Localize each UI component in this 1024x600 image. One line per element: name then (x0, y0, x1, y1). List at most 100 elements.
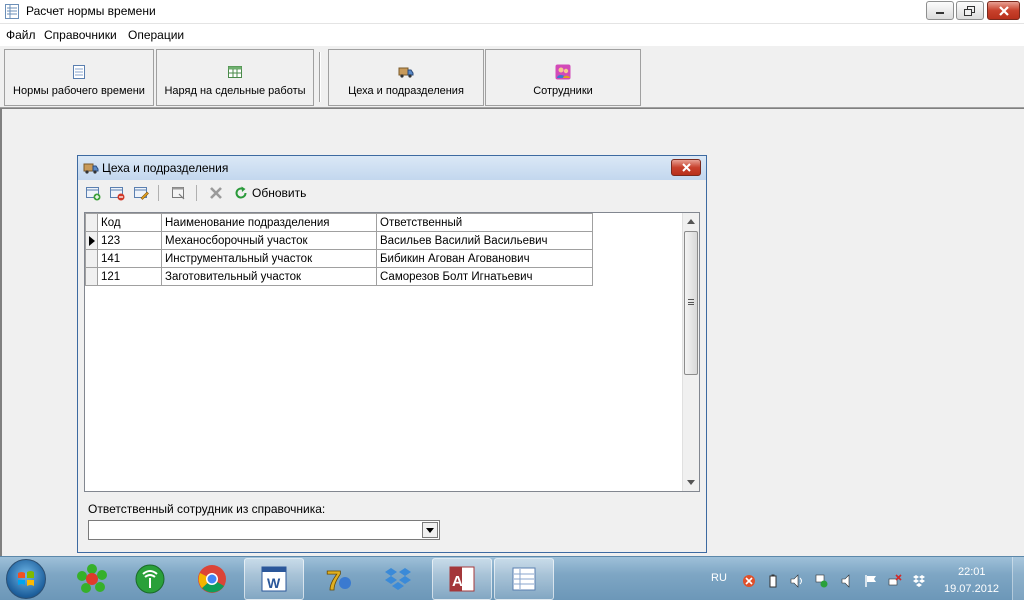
cell-name[interactable]: Механосборочный участок (161, 231, 377, 250)
spreadsheet-icon (228, 66, 242, 78)
add-record-icon (86, 187, 101, 201)
toolbar-separator (319, 52, 321, 102)
row-header[interactable] (85, 231, 98, 250)
network-icon[interactable] (814, 574, 828, 588)
work-time-norms-button[interactable]: Нормы рабочего времени (4, 49, 154, 106)
column-header-code[interactable]: Код (97, 213, 162, 232)
restore-icon (964, 5, 975, 16)
svg-text:A: A (452, 573, 463, 590)
show-desktop-button[interactable] (1012, 557, 1024, 600)
main-toolbar: Нормы рабочего времени Наряд на сдельные… (0, 46, 1024, 108)
toolbar-button-label: Нормы рабочего времени (13, 85, 145, 97)
menu-references[interactable]: Справочники (44, 28, 117, 42)
close-button[interactable] (987, 1, 1020, 20)
taskbar-antenna-app[interactable] (120, 558, 180, 600)
header-row: Код Наименование подразделения Ответстве… (85, 213, 593, 232)
app-icon (5, 4, 19, 19)
cell-code[interactable]: 123 (97, 231, 162, 250)
child-window-title: Цеха и подразделения (102, 161, 229, 175)
cell-name[interactable]: Заготовительный участок (161, 267, 377, 286)
close-icon (681, 163, 691, 172)
truck-icon (398, 67, 414, 78)
cell-name[interactable]: Инструментальный участок (161, 249, 377, 268)
cell-code[interactable]: 121 (97, 267, 162, 286)
table-row[interactable]: 141 Инструментальный участок Бибикин Аго… (85, 249, 593, 268)
arrow-up-icon (687, 219, 695, 224)
cell-code[interactable]: 141 (97, 249, 162, 268)
table-row[interactable]: 121 Заготовительный участок Саморезов Бо… (85, 267, 593, 286)
scroll-thumb[interactable] (684, 231, 698, 375)
scroll-up-button[interactable] (683, 213, 699, 230)
add-record-button[interactable] (83, 183, 103, 203)
toolbar-separator (196, 185, 197, 201)
dropbox-icon (385, 568, 411, 590)
restore-button[interactable] (956, 1, 984, 20)
cell-responsible[interactable]: Бибикин Агован Агованович (376, 249, 593, 268)
close-icon (998, 5, 1009, 16)
flag-icon[interactable] (864, 574, 878, 588)
volume-icon[interactable] (790, 574, 804, 588)
table-row[interactable]: 123 Механосборочный участок Васильев Вас… (85, 231, 593, 250)
departments-window: Цеха и подразделения Обновить Код Наимен… (77, 155, 707, 553)
departments-button[interactable]: Цеха и подразделения (328, 49, 484, 106)
menu-file[interactable]: Файл (6, 28, 36, 42)
taskbar-icq[interactable] (62, 558, 122, 600)
taskbar-chrome[interactable] (182, 558, 242, 600)
toolbar-button-label: Сотрудники (533, 85, 593, 97)
employees-button[interactable]: Сотрудники (485, 49, 641, 106)
title-bar: Расчет нормы времени (0, 0, 1024, 24)
child-close-button[interactable] (671, 159, 701, 176)
cell-responsible[interactable]: Васильев Василий Васильевич (376, 231, 593, 250)
chevron-down-icon (426, 527, 434, 533)
icq-icon (77, 564, 107, 593)
toolbar-button-label: Наряд на сдельные работы (164, 85, 306, 97)
clock-date[interactable]: 19.07.2012 (944, 583, 999, 595)
refresh-icon (235, 186, 247, 199)
network-disconnected-icon[interactable] (888, 574, 902, 588)
toolbar-button-label: Цеха и подразделения (348, 85, 464, 97)
child-toolbar: Обновить (78, 181, 706, 205)
menu-bar: Файл Справочники Операции (0, 24, 1024, 46)
clock-time[interactable]: 22:01 (958, 566, 986, 578)
antivirus-icon[interactable] (742, 574, 756, 588)
scroll-down-button[interactable] (683, 474, 699, 491)
speaker-icon[interactable] (840, 574, 854, 588)
row-header[interactable] (85, 249, 98, 268)
language-indicator[interactable]: RU (711, 572, 727, 584)
taskbar-7zip[interactable]: 7 (308, 558, 368, 600)
start-button[interactable] (6, 559, 46, 599)
select-record-button[interactable] (168, 183, 188, 203)
taskbar-current-app[interactable] (494, 558, 554, 600)
grip-icon (688, 299, 694, 305)
window-select-icon (172, 187, 185, 200)
refresh-button[interactable]: Обновить (234, 183, 306, 203)
window-title: Расчет нормы времени (26, 4, 156, 18)
menu-operations[interactable]: Операции (128, 28, 184, 42)
antenna-icon (135, 564, 165, 594)
current-row-icon (89, 235, 95, 246)
battery-icon[interactable] (766, 574, 780, 588)
word-icon: W (261, 566, 287, 592)
taskbar-dropbox[interactable] (368, 558, 428, 600)
vertical-scrollbar[interactable] (682, 213, 699, 491)
responsible-employee-select[interactable] (88, 520, 440, 540)
row-header[interactable] (85, 267, 98, 286)
chrome-icon (198, 565, 226, 593)
taskbar-access[interactable]: A (432, 558, 492, 600)
delete-record-button[interactable] (107, 183, 127, 203)
edit-record-button[interactable] (131, 183, 151, 203)
data-table: Код Наименование подразделения Ответстве… (85, 213, 593, 286)
taskbar-word[interactable]: W (244, 558, 304, 600)
refresh-label: Обновить (252, 186, 307, 200)
cell-responsible[interactable]: Саморезов Болт Игнатьевич (376, 267, 593, 286)
dropbox-tray-icon[interactable] (912, 574, 926, 588)
remove-button[interactable] (206, 183, 226, 203)
combo-dropdown-button[interactable] (422, 522, 438, 538)
minimize-button[interactable] (926, 1, 954, 20)
column-header-name[interactable]: Наименование подразделения (161, 213, 377, 232)
piecework-order-button[interactable]: Наряд на сдельные работы (156, 49, 314, 106)
access-icon: A (449, 566, 475, 592)
toolbar-separator (158, 185, 159, 201)
column-header-responsible[interactable]: Ответственный (376, 213, 593, 232)
responsible-combo-label: Ответственный сотрудник из справочника: (88, 502, 326, 516)
